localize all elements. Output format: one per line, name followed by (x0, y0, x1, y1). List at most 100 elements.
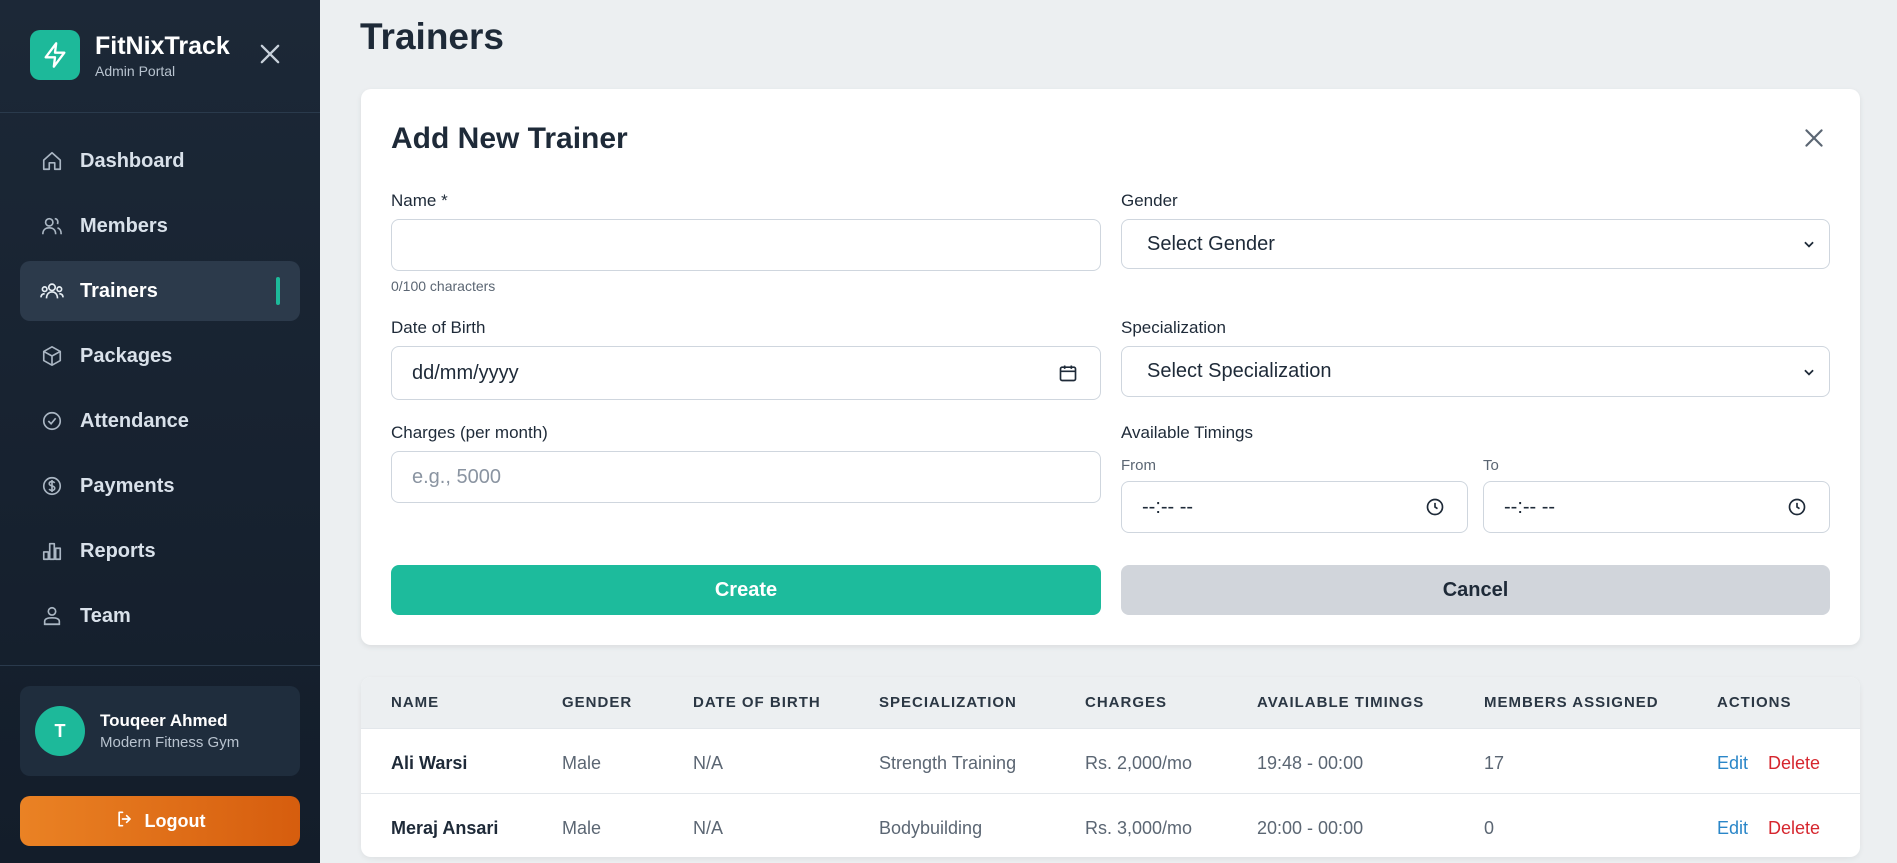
user-badge-icon (40, 604, 64, 628)
trainer-dob: N/A (693, 753, 724, 773)
table-header: NAME GENDER DATE OF BIRTH SPECIALIZATION… (361, 677, 1860, 728)
trainer-charges: Rs. 3,000/mo (1085, 818, 1193, 838)
sidebar-item-label: Team (80, 604, 131, 627)
sidebar-item-payments[interactable]: Payments (20, 456, 300, 516)
column-header-gender: GENDER (562, 694, 633, 711)
dob-label: Date of Birth (391, 318, 486, 337)
sidebar: FitNixTrack Admin Portal Dashboard Membe… (0, 0, 320, 863)
sidebar-nav: Dashboard Members Trainers Packages Atte… (20, 131, 300, 651)
page-title: Trainers (360, 16, 504, 57)
sidebar-item-dashboard[interactable]: Dashboard (20, 131, 300, 191)
timing-from-input[interactable]: --:-- -- (1121, 481, 1468, 533)
trainer-specialization: Bodybuilding (879, 818, 983, 838)
sidebar-item-label: Members (80, 214, 168, 237)
sidebar-item-label: Trainers (80, 279, 158, 302)
sidebar-item-packages[interactable]: Packages (20, 326, 300, 386)
home-icon (40, 149, 64, 173)
sidebar-item-team[interactable]: Team (20, 586, 300, 646)
add-trainer-form: Add New Trainer Name * 0/100 characters … (361, 89, 1860, 645)
column-header-charges: CHARGES (1085, 694, 1168, 711)
trainer-name: Meraj Ansari (391, 818, 499, 838)
cube-icon (40, 344, 64, 368)
brand: FitNixTrack Admin Portal (30, 30, 230, 80)
sidebar-item-label: Reports (80, 539, 156, 562)
column-header-members: MEMBERS ASSIGNED (1484, 694, 1659, 711)
timing-from-placeholder: --:-- -- (1142, 495, 1194, 518)
sidebar-item-attendance[interactable]: Attendance (20, 391, 300, 451)
trainer-members: 17 (1484, 753, 1505, 773)
trainer-charges: Rs. 2,000/mo (1085, 753, 1193, 773)
sidebar-divider (0, 665, 320, 666)
logout-label: Logout (144, 810, 206, 831)
name-char-count: 0/100 characters (391, 278, 496, 294)
column-header-name: NAME (391, 694, 440, 711)
trainer-name: Ali Warsi (391, 753, 468, 773)
chevron-down-icon (1799, 362, 1819, 382)
calendar-icon[interactable] (1058, 363, 1078, 383)
timings-to-label: To (1483, 457, 1499, 474)
gender-label: Gender (1121, 191, 1178, 210)
create-button[interactable]: Create (391, 565, 1101, 615)
column-header-actions: ACTIONS (1717, 694, 1792, 711)
edit-button[interactable]: Edit (1717, 818, 1748, 839)
charges-input[interactable]: e.g., 5000 (391, 451, 1101, 503)
close-icon[interactable] (1801, 125, 1827, 151)
specialization-label: Specialization (1121, 318, 1226, 337)
sidebar-item-label: Payments (80, 474, 175, 497)
trainer-gender: Male (562, 818, 602, 838)
trainer-members: 0 (1484, 818, 1495, 838)
check-circle-icon (40, 409, 64, 433)
user-name: Touqeer Ahmed (100, 710, 228, 730)
sidebar-item-label: Attendance (80, 409, 189, 432)
sidebar-divider (0, 112, 320, 113)
form-title: Add New Trainer (391, 122, 628, 155)
clock-icon[interactable] (1425, 497, 1445, 517)
trainer-dob: N/A (693, 818, 724, 838)
dob-placeholder: dd/mm/yyyy (412, 361, 519, 384)
timing-to-placeholder: --:-- -- (1504, 495, 1556, 518)
specialization-selected: Select Specialization (1147, 360, 1332, 382)
charges-label: Charges (per month) (391, 423, 548, 442)
trainer-timings: 20:00 - 00:00 (1257, 818, 1364, 838)
brand-title: FitNixTrack (95, 31, 230, 60)
avatar: T (35, 706, 85, 756)
active-indicator (276, 277, 280, 305)
gender-select[interactable]: Select Gender (1121, 219, 1830, 269)
delete-button[interactable]: Delete (1768, 818, 1820, 839)
column-header-timings: AVAILABLE TIMINGS (1257, 694, 1425, 711)
sidebar-item-trainers[interactable]: Trainers (20, 261, 300, 321)
charges-placeholder: e.g., 5000 (412, 465, 501, 488)
brand-subtitle: Admin Portal (95, 62, 176, 79)
timing-to-input[interactable]: --:-- -- (1483, 481, 1830, 533)
sidebar-item-label: Packages (80, 344, 173, 367)
timings-label: Available Timings (1121, 423, 1253, 442)
sidebar-item-members[interactable]: Members (20, 196, 300, 256)
table-row: Meraj Ansari Male N/A Bodybuilding Rs. 3… (361, 793, 1860, 857)
logout-button[interactable]: Logout (20, 796, 300, 846)
dob-input[interactable]: dd/mm/yyyy (391, 346, 1101, 400)
clock-icon[interactable] (1787, 497, 1807, 517)
trainer-timings: 19:48 - 00:00 (1257, 753, 1364, 773)
name-label: Name * (391, 191, 448, 210)
name-input[interactable] (391, 219, 1101, 271)
column-header-dob: DATE OF BIRTH (693, 694, 821, 711)
trainers-table: NAME GENDER DATE OF BIRTH SPECIALIZATION… (361, 677, 1860, 857)
delete-button[interactable]: Delete (1768, 753, 1820, 774)
column-header-specialization: SPECIALIZATION (879, 694, 1017, 711)
logout-icon (115, 809, 135, 834)
chevron-down-icon (1799, 234, 1819, 254)
specialization-select[interactable]: Select Specialization (1121, 346, 1830, 397)
cancel-button[interactable]: Cancel (1121, 565, 1830, 615)
gender-selected: Select Gender (1147, 232, 1275, 255)
user-org: Modern Fitness Gym (100, 733, 240, 751)
dollar-circle-icon (40, 474, 64, 498)
sidebar-item-label: Dashboard (80, 149, 185, 172)
close-sidebar-icon[interactable] (256, 40, 284, 68)
edit-button[interactable]: Edit (1717, 753, 1748, 774)
sidebar-item-reports[interactable]: Reports (20, 521, 300, 581)
timings-from-label: From (1121, 457, 1156, 474)
users-icon (40, 214, 64, 238)
user-card: T Touqeer Ahmed Modern Fitness Gym (20, 686, 300, 776)
trainer-specialization: Strength Training (879, 753, 1017, 773)
table-row: Ali Warsi Male N/A Strength Training Rs.… (361, 728, 1860, 794)
